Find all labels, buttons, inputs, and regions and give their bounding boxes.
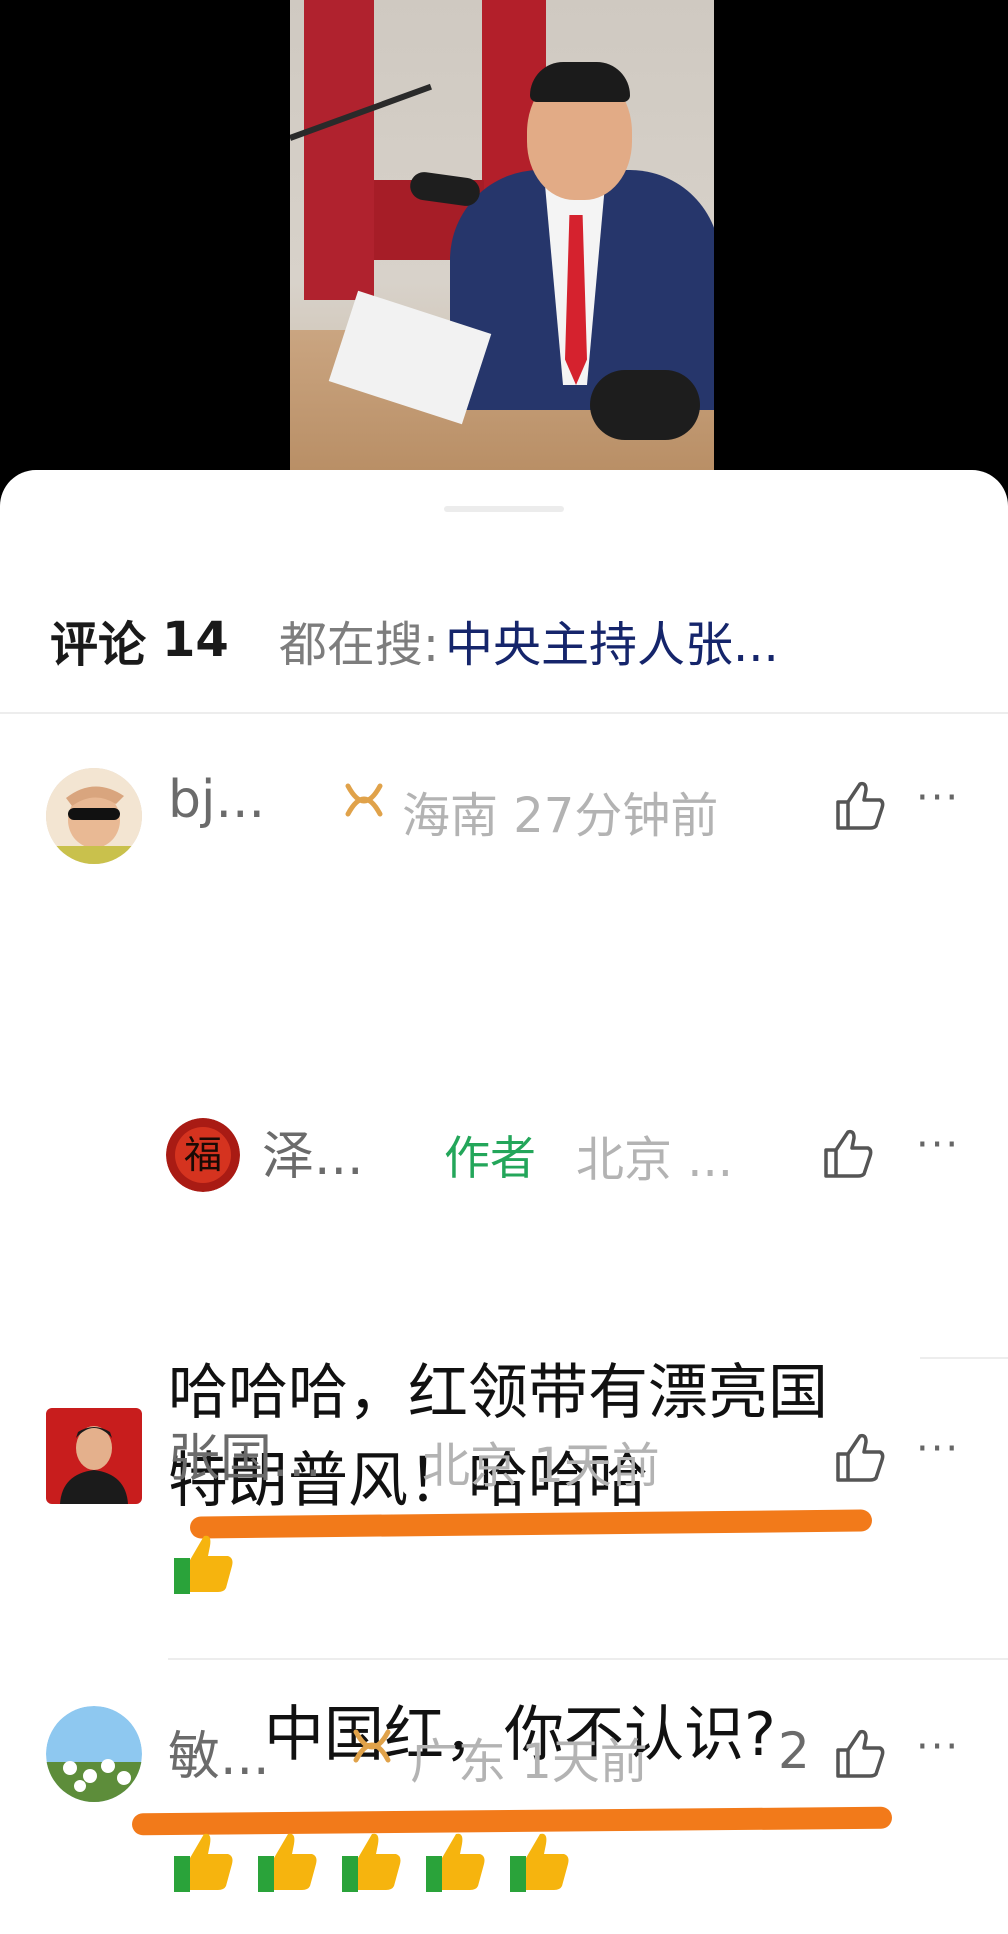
commenter-name[interactable]: 张国...: [168, 1416, 322, 1491]
commenter-name[interactable]: bj...: [168, 770, 265, 830]
region-time: 北京 ...: [576, 1132, 734, 1188]
avatar[interactable]: [46, 1408, 142, 1504]
more-options-icon[interactable]: ···: [916, 1426, 960, 1472]
avatar[interactable]: [46, 768, 142, 864]
comment-title: 评论: [50, 617, 147, 673]
more-options-icon[interactable]: ···: [916, 1724, 960, 1770]
thumbs-up-emoji-icon: [174, 1833, 233, 1892]
region-time: 广东 1天前: [410, 1734, 648, 1790]
trending-search-label: 都在搜:: [278, 617, 439, 673]
thumb-up-icon[interactable]: [832, 1430, 888, 1486]
v-badge-icon: [352, 1728, 392, 1773]
comment-count: 14: [162, 612, 229, 668]
thumbs-up-emoji-icon: [174, 1535, 233, 1594]
video-frame[interactable]: [290, 0, 714, 470]
region-time: 海南 27分钟前: [402, 788, 719, 844]
comment-header: 评论 14 都在搜: 中央主持人张...: [50, 610, 779, 673]
thumbs-up-emoji-icon: [258, 1833, 317, 1892]
reaction-emoji: [168, 1528, 252, 1600]
commenter-name[interactable]: 敏...: [168, 1714, 270, 1789]
comment-divider: [168, 1658, 1008, 1660]
region-time: 北京 1天前: [422, 1438, 660, 1494]
thumb-up-icon[interactable]: [832, 1726, 888, 1782]
thumbs-up-emoji-icon: [426, 1833, 485, 1892]
thumbs-up-emoji-icon: [510, 1833, 569, 1892]
more-options-icon[interactable]: ···: [916, 1122, 960, 1168]
like-count: 2: [778, 1722, 810, 1780]
studio-wall-panel: [304, 0, 374, 300]
comment-divider: [920, 1357, 1008, 1359]
headphones: [590, 370, 700, 440]
trending-search-link[interactable]: 中央主持人张...: [445, 605, 779, 675]
header-divider: [0, 712, 1008, 714]
thumbs-up-emoji-icon: [342, 1833, 401, 1892]
video-player[interactable]: [0, 0, 1008, 500]
thumb-up-icon[interactable]: [832, 778, 888, 834]
reaction-emoji-row: [168, 1826, 588, 1898]
v-badge-icon: [344, 782, 384, 827]
author-tag: 作者: [444, 1131, 536, 1185]
comment-sheet: 评论 14 都在搜: 中央主持人张... bj... 海南 27分钟前 ··· …: [0, 470, 1008, 1934]
avatar[interactable]: [46, 1706, 142, 1802]
avatar[interactable]: 福: [166, 1118, 240, 1192]
thumb-up-icon[interactable]: [820, 1126, 876, 1182]
commenter-name[interactable]: 泽...: [262, 1114, 364, 1189]
svg-text:福: 福: [184, 1133, 222, 1177]
drag-handle[interactable]: [444, 506, 564, 512]
presenter-hair: [530, 62, 630, 102]
more-options-icon[interactable]: ···: [916, 775, 960, 821]
